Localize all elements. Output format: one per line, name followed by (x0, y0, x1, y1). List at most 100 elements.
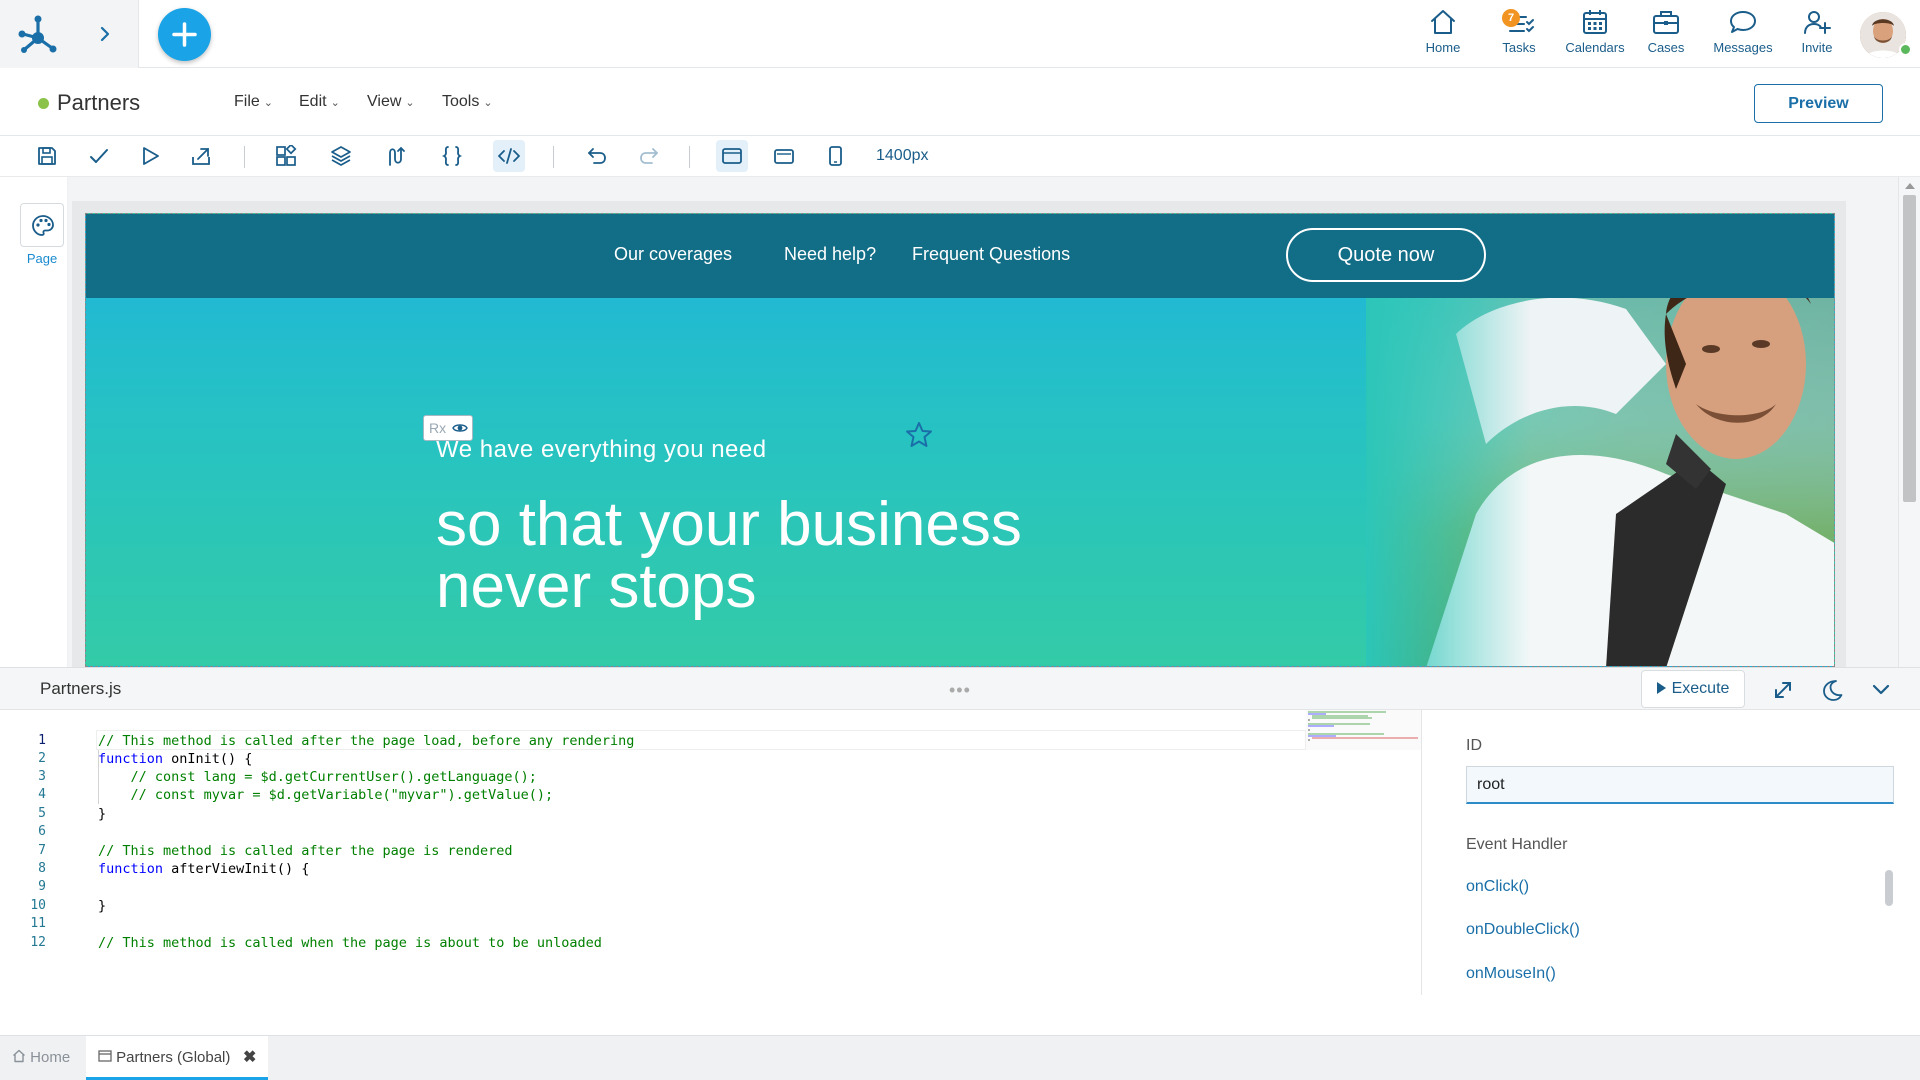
undo-icon (588, 148, 606, 164)
toolbar-divider (553, 146, 554, 168)
nav-calendars-label: Calendars (1565, 40, 1625, 55)
plus-icon (172, 22, 197, 47)
menu-tools[interactable]: Tools ⌄ (442, 93, 493, 111)
page-title: Partners (57, 90, 141, 115)
site-link-help[interactable]: Need help? (784, 244, 876, 265)
menu-file-label: File (234, 93, 260, 110)
logo-area (0, 0, 139, 68)
code-line-7: // This method is called after the page … (98, 843, 513, 859)
quote-now-button[interactable]: Quote now (1286, 228, 1486, 282)
add-button[interactable] (158, 8, 211, 61)
execute-label: Execute (1671, 680, 1730, 697)
page-preview-canvas[interactable]: Our coverages Need help? Frequent Questi… (85, 213, 1835, 667)
publish-button[interactable] (185, 140, 217, 172)
logo-icon[interactable] (16, 12, 60, 56)
hero-title[interactable]: so that your business never stops (436, 494, 1136, 618)
eye-icon (452, 424, 468, 432)
layers-icon (331, 146, 351, 166)
home-icon (13, 1049, 25, 1063)
star-icon[interactable] (904, 420, 934, 450)
code-button[interactable] (493, 140, 525, 172)
run-button[interactable] (134, 140, 166, 172)
maximize-button[interactable] (1770, 677, 1796, 703)
braces-icon (441, 146, 463, 166)
nav-calendars[interactable]: Calendars (1558, 8, 1632, 58)
mobile-icon (829, 146, 842, 166)
reactive-badge[interactable]: Rx (423, 415, 473, 441)
editor-toolbar: 1400px (0, 136, 1920, 177)
page-tool-label: Page (26, 251, 58, 266)
collapse-panel-button[interactable] (1868, 677, 1894, 703)
tablet-view-button[interactable] (768, 140, 800, 172)
online-status-dot (1899, 43, 1912, 56)
chevron-down-icon: ⌄ (483, 97, 493, 109)
redo-icon (640, 148, 658, 164)
nav-cases[interactable]: Cases (1643, 8, 1689, 58)
close-icon[interactable]: ✖ (243, 1036, 256, 1079)
line-number-gutter: 1 2 3 4 5 6 7 8 9 10 11 12 (0, 710, 70, 995)
tab-home[interactable]: Home (12, 1036, 70, 1080)
toolbar-divider (689, 146, 690, 168)
title-menu-bar: Partners File ⌄ Edit ⌄ View ⌄ Tools ⌄ Previe… (0, 68, 1920, 136)
code-line-1: // This method is called after the page … (98, 733, 635, 749)
data-flow-button[interactable] (380, 140, 412, 172)
chevron-down-icon: ⌄ (263, 97, 273, 109)
flow-icon (389, 146, 405, 166)
code-line-10: } (98, 898, 107, 914)
save-button[interactable] (31, 140, 63, 172)
nav-tasks[interactable]: 7 Tasks (1494, 8, 1544, 58)
undo-button[interactable] (581, 140, 613, 172)
execute-button[interactable]: Execute (1641, 670, 1745, 708)
menu-file[interactable]: File ⌄ (234, 93, 273, 111)
variables-button[interactable] (436, 140, 468, 172)
expand-chevron-icon[interactable] (94, 20, 116, 48)
menu-view[interactable]: View ⌄ (367, 93, 415, 111)
layers-button[interactable] (325, 140, 357, 172)
id-label: ID (1466, 737, 1482, 754)
handler-onmousein[interactable]: onMouseIn() (1466, 965, 1556, 983)
code-line-3: // const lang = $d.getCurrentUser().getL… (98, 769, 537, 785)
validate-button[interactable] (83, 140, 115, 172)
briefcase-icon (1653, 11, 1679, 34)
toolbar-divider (244, 146, 245, 168)
menu-edit[interactable]: Edit ⌄ (299, 93, 340, 111)
add-user-icon (1804, 11, 1831, 34)
scrollbar-thumb[interactable] (1903, 195, 1916, 502)
code-minimap[interactable] (1306, 710, 1422, 750)
hero-subtitle[interactable]: We have everything you need (436, 436, 767, 464)
page-properties-button[interactable] (20, 203, 64, 247)
id-field[interactable] (1466, 766, 1894, 804)
bottom-tab-bar: Home Partners (Global) ✖ (0, 1035, 1920, 1080)
site-link-coverages[interactable]: Our coverages (614, 244, 732, 265)
line-number: 1 (38, 733, 46, 748)
code-text-area[interactable]: 1 2 3 4 5 6 7 8 9 10 11 12 // This metho… (0, 710, 1422, 995)
code-icon (498, 148, 520, 164)
site-link-faq[interactable]: Frequent Questions (912, 244, 1070, 265)
properties-scrollbar[interactable] (1885, 870, 1893, 906)
zoom-width-label[interactable]: 1400px (876, 147, 929, 165)
code-text: onInit() { (163, 751, 253, 767)
line-number: 5 (38, 806, 46, 821)
home-icon (1431, 10, 1455, 34)
design-workspace: Page Our coverages Need help? Frequent Q… (0, 177, 1920, 667)
line-number: 11 (30, 916, 46, 931)
handler-onclick[interactable]: onClick() (1466, 878, 1529, 896)
theme-toggle-button[interactable] (1819, 677, 1845, 703)
keyword: function (98, 861, 164, 877)
chevron-down-icon: ⌄ (330, 97, 340, 109)
preview-button[interactable]: Preview (1754, 84, 1883, 123)
nav-invite[interactable]: Invite (1795, 8, 1839, 58)
handler-ondoubleclick[interactable]: onDoubleClick() (1466, 921, 1580, 939)
panel-resize-handle[interactable]: ••• (949, 680, 971, 701)
redo-button[interactable] (633, 140, 665, 172)
mobile-view-button[interactable] (819, 140, 851, 172)
canvas-scrollbar[interactable] (1898, 177, 1920, 667)
scroll-up-arrow-icon[interactable] (1905, 183, 1915, 189)
nav-messages[interactable]: Messages (1708, 8, 1778, 58)
calendar-icon (1583, 10, 1607, 34)
desktop-view-button[interactable] (716, 140, 748, 172)
palette-icon (32, 215, 54, 236)
components-button[interactable] (270, 140, 302, 172)
tab-partners-global[interactable]: Partners (Global) ✖ (86, 1036, 268, 1080)
nav-home[interactable]: Home (1418, 8, 1468, 58)
